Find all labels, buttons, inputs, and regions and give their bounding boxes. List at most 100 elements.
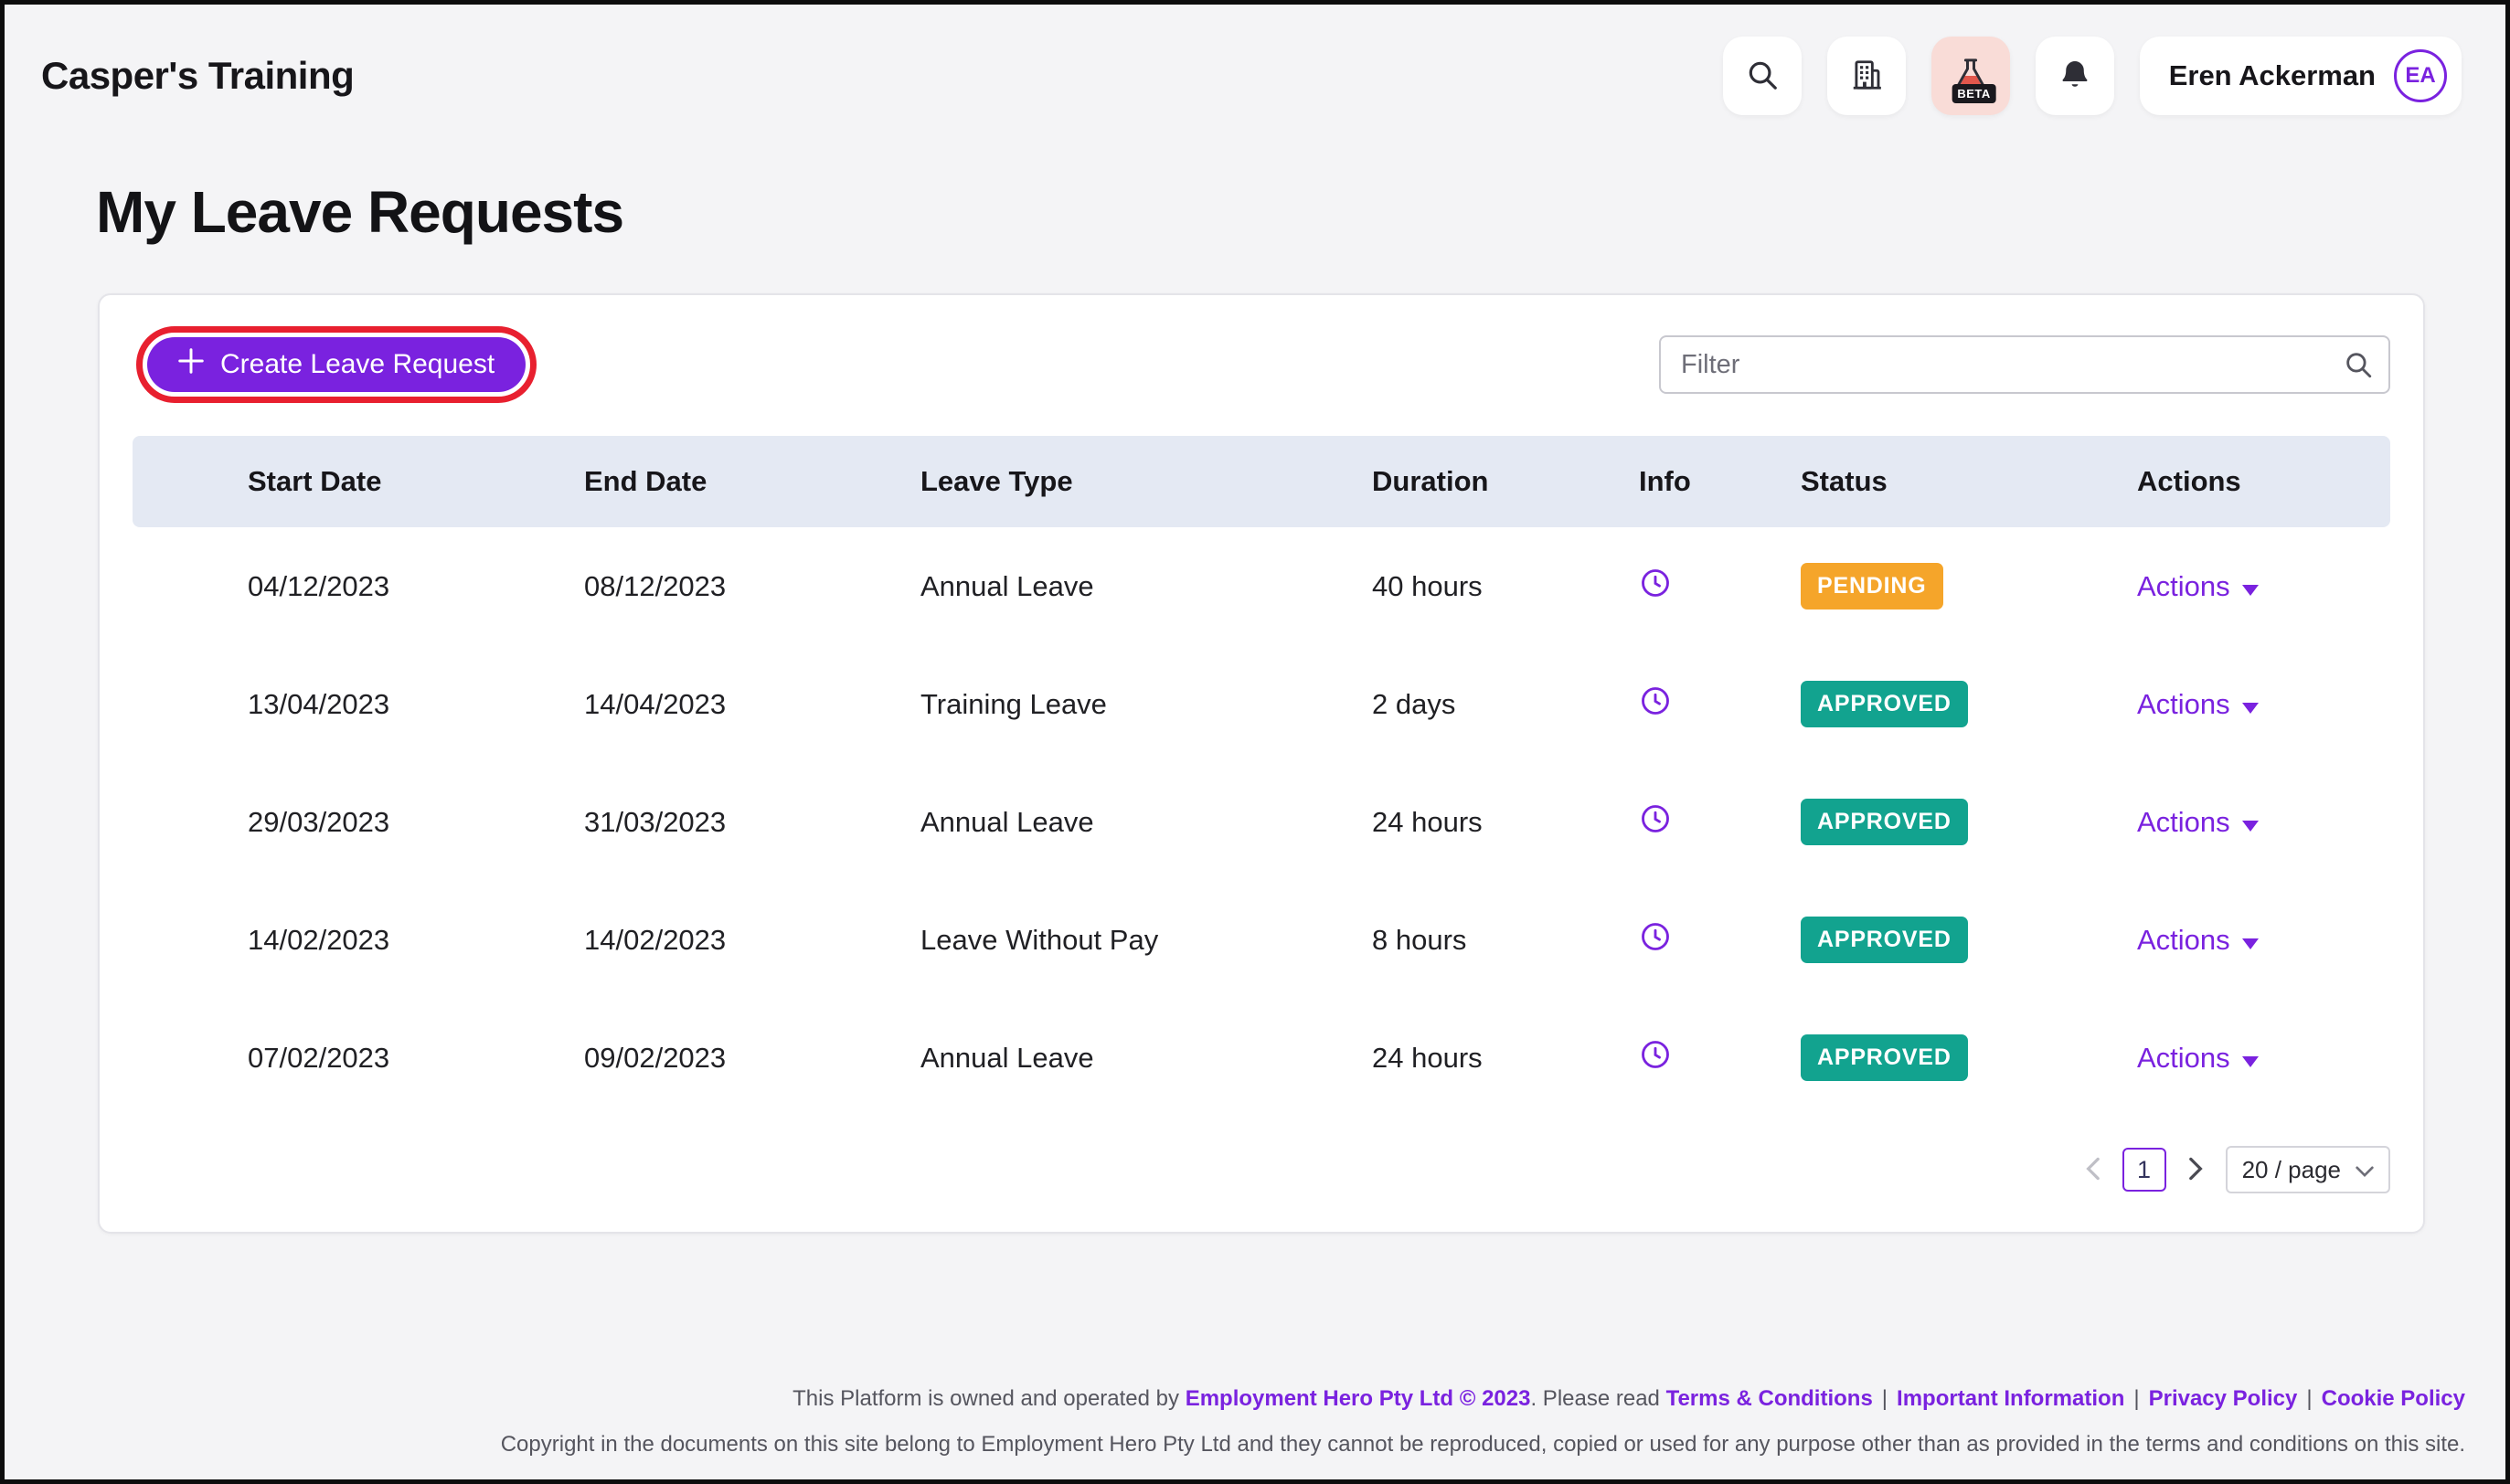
cell-duration: 24 hours — [1372, 1041, 1483, 1074]
cell-duration: 40 hours — [1372, 569, 1483, 602]
caret-down-icon — [2241, 924, 2259, 957]
page-size-select[interactable]: 20 / page — [2225, 1146, 2390, 1193]
company-link[interactable]: Employment Hero Pty Ltd © 2023 — [1186, 1386, 1531, 1411]
user-menu[interactable]: Eren Ackerman EA — [2139, 37, 2462, 115]
cell-start-date: 13/04/2023 — [248, 687, 390, 720]
cell-start-date: 29/03/2023 — [248, 805, 390, 838]
cookie-policy-link[interactable]: Cookie Policy — [2322, 1386, 2465, 1411]
status-badge: APPROVED — [1801, 917, 1968, 963]
separator: | — [2306, 1386, 2313, 1411]
column-header-duration: Duration — [1372, 465, 1489, 497]
separator: | — [1881, 1386, 1888, 1411]
organisation-button[interactable] — [1826, 37, 1906, 115]
actions-dropdown[interactable]: Actions — [2137, 570, 2259, 603]
top-bar: Casper's Training BETA Eren Ackerman EA — [5, 5, 2505, 122]
leave-requests-table: Start Date End Date Leave Type Duration … — [133, 436, 2390, 1117]
status-badge: PENDING — [1801, 563, 1943, 610]
caret-down-icon — [2241, 1042, 2259, 1075]
important-information-link[interactable]: Important Information — [1897, 1386, 2124, 1411]
status-badge: APPROVED — [1801, 681, 1968, 727]
leave-requests-card: Create Leave Request Start Date End Date… — [98, 293, 2425, 1234]
user-name: Eren Ackerman — [2168, 59, 2376, 91]
cell-duration: 24 hours — [1372, 805, 1483, 838]
clock-info-icon[interactable] — [1639, 684, 1672, 717]
actions-label: Actions — [2137, 923, 2230, 956]
top-bar-actions: BETA Eren Ackerman EA — [1722, 37, 2462, 115]
table-header-row: Start Date End Date Leave Type Duration … — [133, 436, 2390, 527]
cell-leave-type: Leave Without Pay — [920, 923, 1159, 956]
footer: This Platform is owned and operated by E… — [48, 1386, 2465, 1458]
actions-dropdown[interactable]: Actions — [2137, 1042, 2259, 1075]
app-title: Casper's Training — [41, 54, 355, 97]
pagination-prev-button[interactable] — [2081, 1153, 2104, 1187]
table-row: 13/04/2023 14/04/2023 Training Leave 2 d… — [133, 645, 2390, 763]
actions-label: Actions — [2137, 1041, 2230, 1074]
actions-dropdown[interactable]: Actions — [2137, 688, 2259, 721]
card-toolbar: Create Leave Request — [133, 326, 2390, 403]
filter-field — [1659, 335, 2390, 394]
clock-info-icon[interactable] — [1639, 920, 1672, 953]
page-title: My Leave Requests — [96, 179, 624, 245]
footer-legal-line: This Platform is owned and operated by E… — [48, 1386, 2465, 1412]
chevron-down-icon — [2356, 1156, 2374, 1184]
caret-down-icon — [2241, 806, 2259, 839]
cell-leave-type: Annual Leave — [920, 805, 1094, 838]
cell-duration: 2 days — [1372, 687, 1456, 720]
cell-start-date: 04/12/2023 — [248, 569, 390, 602]
footer-copyright-line: Copyright in the documents on this site … — [500, 1432, 2465, 1457]
column-header-info: Info — [1639, 465, 1691, 497]
column-header-start-date: Start Date — [248, 465, 382, 497]
search-button[interactable] — [1722, 37, 1802, 115]
column-header-status: Status — [1801, 465, 1888, 497]
cell-end-date: 31/03/2023 — [584, 805, 727, 838]
actions-dropdown[interactable]: Actions — [2137, 806, 2259, 839]
clock-info-icon[interactable] — [1639, 1038, 1672, 1071]
cell-end-date: 14/04/2023 — [584, 687, 727, 720]
create-button-highlight-ring: Create Leave Request — [136, 326, 537, 403]
column-header-actions: Actions — [2137, 465, 2241, 497]
plus-icon — [178, 348, 204, 381]
caret-down-icon — [2241, 570, 2259, 603]
footer-text: This Platform is owned and operated by — [792, 1386, 1186, 1411]
filter-input[interactable] — [1659, 335, 2390, 394]
filter-search-icon — [2343, 349, 2374, 385]
cell-end-date: 14/02/2023 — [584, 923, 727, 956]
notifications-button[interactable] — [2035, 37, 2114, 115]
privacy-policy-link[interactable]: Privacy Policy — [2149, 1386, 2298, 1411]
building-icon — [1849, 58, 1884, 95]
column-header-end-date: End Date — [584, 465, 707, 497]
separator: | — [2133, 1386, 2140, 1411]
actions-dropdown[interactable]: Actions — [2137, 924, 2259, 957]
terms-conditions-link[interactable]: Terms & Conditions — [1666, 1386, 1873, 1411]
status-badge: APPROVED — [1801, 1034, 1968, 1081]
actions-label: Actions — [2137, 569, 2230, 602]
column-header-leave-type: Leave Type — [920, 465, 1073, 497]
cell-leave-type: Annual Leave — [920, 569, 1094, 602]
cell-leave-type: Training Leave — [920, 687, 1107, 720]
pagination: 1 20 / page — [133, 1146, 2390, 1193]
table-row: 04/12/2023 08/12/2023 Annual Leave 40 ho… — [133, 527, 2390, 645]
beta-features-button[interactable]: BETA — [1930, 37, 2010, 115]
cell-end-date: 08/12/2023 — [584, 569, 727, 602]
table-row: 14/02/2023 14/02/2023 Leave Without Pay … — [133, 881, 2390, 999]
footer-text: . Please read — [1530, 1386, 1666, 1411]
cell-end-date: 09/02/2023 — [584, 1041, 727, 1074]
beta-badge: BETA — [1952, 84, 1996, 103]
pagination-current-page[interactable]: 1 — [2122, 1148, 2166, 1192]
create-button-label: Create Leave Request — [220, 349, 495, 379]
cell-duration: 8 hours — [1372, 923, 1467, 956]
pagination-next-button[interactable] — [2185, 1153, 2207, 1187]
table-row: 07/02/2023 09/02/2023 Annual Leave 24 ho… — [133, 999, 2390, 1117]
search-icon — [1745, 58, 1780, 95]
bell-icon — [2058, 58, 2091, 94]
create-leave-request-button[interactable]: Create Leave Request — [147, 337, 526, 392]
actions-label: Actions — [2137, 805, 2230, 838]
clock-info-icon[interactable] — [1639, 567, 1672, 599]
cell-start-date: 14/02/2023 — [248, 923, 390, 956]
caret-down-icon — [2241, 688, 2259, 721]
table-row: 29/03/2023 31/03/2023 Annual Leave 24 ho… — [133, 763, 2390, 881]
status-badge: APPROVED — [1801, 799, 1968, 845]
cell-start-date: 07/02/2023 — [248, 1041, 390, 1074]
clock-info-icon[interactable] — [1639, 802, 1672, 835]
avatar: EA — [2394, 49, 2447, 102]
